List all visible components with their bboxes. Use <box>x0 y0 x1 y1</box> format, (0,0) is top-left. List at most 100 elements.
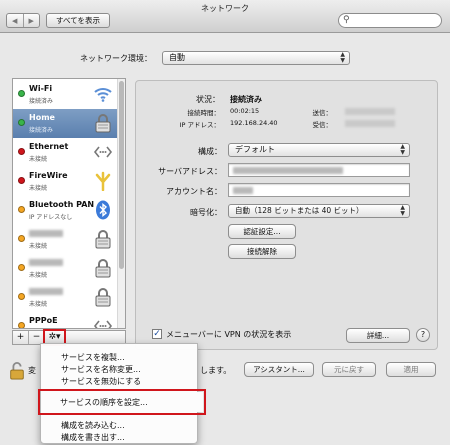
help-button[interactable]: ? <box>416 328 430 342</box>
menu-item-rename-service[interactable]: サービスを名称変更... <box>61 364 141 375</box>
service-status: 未接続 <box>29 301 48 308</box>
encryption-label: 暗号化： <box>190 208 222 217</box>
sent-meter <box>345 107 395 116</box>
location-value: 自動 <box>169 53 185 62</box>
service-status: 未接続 <box>29 185 48 192</box>
account-name-field[interactable] <box>228 183 410 197</box>
authentication-settings-button[interactable]: 認証設定... <box>228 224 296 239</box>
encryption-popup[interactable]: 自動（128 ビットまたは 40 ビット） ▲ ▼ <box>228 204 410 218</box>
network-preferences-window: ネットワーク ◀ ▶ すべてを表示 ⚲ ネットワーク環境： 自動 ▲ ▼ Wi-F… <box>0 0 450 445</box>
popup-arrows-icon: ▲ ▼ <box>400 204 405 217</box>
encryption-value: 自動（128 ビットまたは 40 ビット） <box>235 206 364 215</box>
service-item[interactable]: Ethernet 未接続 <box>13 138 125 167</box>
wifi-icon <box>93 84 113 104</box>
show-vpn-status-checkbox[interactable]: ✓ <box>152 329 162 339</box>
firewire-icon <box>93 171 113 192</box>
service-status: 接続済み <box>29 127 54 134</box>
search-icon: ⚲ <box>343 15 350 25</box>
service-item[interactable]: FireWire 未接続 <box>13 167 125 196</box>
ethernet-icon <box>93 316 113 328</box>
popup-arrows-icon: ▲ ▼ <box>340 51 345 64</box>
title-bar: ネットワーク ◀ ▶ すべてを表示 ⚲ <box>0 0 450 33</box>
location-label: ネットワーク環境： <box>80 54 152 63</box>
server-address-label: サーバアドレス： <box>158 167 222 176</box>
server-address-field[interactable] <box>228 163 410 177</box>
service-name <box>29 229 63 238</box>
popup-arrows-icon: ▲ ▼ <box>400 143 405 156</box>
location-popup[interactable]: 自動 ▲ ▼ <box>162 51 350 65</box>
service-status: 未接続 <box>29 272 48 279</box>
disconnect-button[interactable]: 接続解除 <box>228 244 296 259</box>
show-vpn-status-label: メニューバーに VPN の状況を表示 <box>166 330 292 339</box>
configuration-value: デフォルト <box>235 145 275 154</box>
menu-item-disable-service[interactable]: サービスを無効にする <box>61 376 141 387</box>
sent-label: 送信： <box>312 109 333 117</box>
service-item[interactable]: PPPoE未接続 <box>13 312 125 328</box>
status-value: 接続済み <box>230 95 262 104</box>
menu-item-export-configurations[interactable]: 構成を書き出す... <box>61 432 125 443</box>
service-item[interactable]: 未接続 <box>13 283 125 312</box>
service-list[interactable]: Wi-Fi 接続済み Home 接続済み Ethernet 未接続 FireWire 未接続 B… <box>12 78 126 329</box>
assistant-button[interactable]: アシスタント... <box>244 362 314 377</box>
revert-button[interactable]: 元に戻す <box>322 362 376 377</box>
menu-item-import-configurations[interactable]: 構成を読み込む... <box>61 420 125 431</box>
configuration-label: 構成： <box>198 147 222 156</box>
service-name <box>29 287 63 296</box>
service-name: Wi-Fi <box>29 84 53 93</box>
service-status: IP アドレスなし <box>29 214 73 221</box>
scrollbar-thumb[interactable] <box>119 81 124 269</box>
lock-icon <box>93 113 113 133</box>
status-dot-icon <box>18 148 25 155</box>
bluetooth-icon <box>93 200 113 220</box>
configuration-popup[interactable]: デフォルト ▲ ▼ <box>228 143 410 157</box>
status-dot-icon <box>18 264 25 271</box>
lock-icon[interactable] <box>8 362 26 380</box>
service-name: Home <box>29 113 55 122</box>
received-meter <box>345 119 395 128</box>
ip-address-label: IP アドレス： <box>179 121 220 129</box>
service-status: 未接続 <box>29 243 48 250</box>
status-dot-icon <box>18 119 25 126</box>
service-name: Bluetooth PAN <box>29 200 95 209</box>
back-forward-group: ◀ ▶ <box>6 13 40 28</box>
account-name-label: アカウント名： <box>166 187 222 196</box>
advanced-button[interactable]: 詳細... <box>346 328 410 343</box>
ethernet-icon <box>93 142 113 162</box>
service-item[interactable]: 未接続 <box>13 254 125 283</box>
service-name <box>29 258 63 267</box>
service-status: 接続済み <box>29 98 54 105</box>
status-dot-icon <box>18 293 25 300</box>
lock-message-start: 変 <box>28 366 36 375</box>
service-name: FireWire <box>29 171 68 180</box>
service-name: Ethernet <box>29 142 69 151</box>
connect-time-label: 接続時間： <box>187 109 221 117</box>
lock-icon <box>93 229 113 249</box>
service-item[interactable]: Wi-Fi 接続済み <box>13 80 125 109</box>
search-field[interactable]: ⚲ <box>338 13 442 28</box>
status-dot-icon <box>18 206 25 213</box>
status-dot-icon <box>18 322 25 328</box>
service-status: 未接続 <box>29 156 48 163</box>
status-dot-icon <box>18 177 25 184</box>
menu-highlight-box <box>38 389 206 415</box>
status-dot-icon <box>18 90 25 97</box>
service-item[interactable]: Home 接続済み <box>13 109 125 138</box>
search-input[interactable] <box>355 15 439 26</box>
apply-button[interactable]: 適用 <box>386 362 436 377</box>
connect-time-value: 00:02:15 <box>230 107 260 115</box>
service-list-scrollbar[interactable] <box>117 79 125 328</box>
lock-icon <box>93 258 113 278</box>
show-all-button[interactable]: すべてを表示 <box>46 13 110 28</box>
received-label: 受信： <box>312 121 333 129</box>
ip-address-value: 192.168.24.40 <box>230 119 278 127</box>
lock-icon <box>93 287 113 307</box>
add-service-button[interactable]: + <box>13 331 29 344</box>
service-item[interactable]: Bluetooth PAN IP アドレスなし <box>13 196 125 225</box>
menu-item-duplicate-service[interactable]: サービスを複製... <box>61 352 125 363</box>
forward-button[interactable]: ▶ <box>22 14 40 27</box>
service-name: PPPoE <box>29 316 58 325</box>
status-dot-icon <box>18 235 25 242</box>
status-label: 状況： <box>196 95 220 104</box>
back-button[interactable]: ◀ <box>7 14 23 27</box>
service-item[interactable]: 未接続 <box>13 225 125 254</box>
